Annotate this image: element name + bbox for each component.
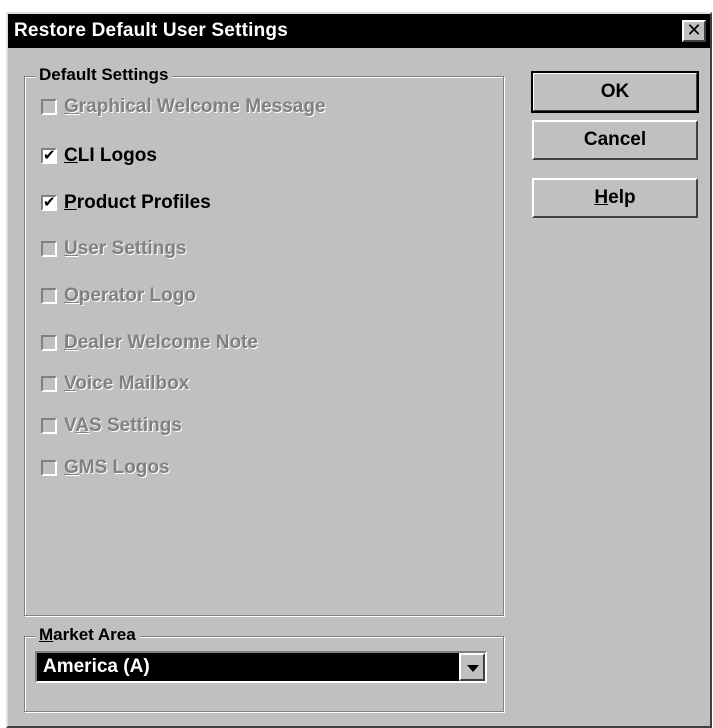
checkbox-label: Operator Logo [64,285,196,306]
checkbox-box[interactable] [41,418,57,434]
checkbox-box[interactable]: ✔ [41,195,57,211]
restore-default-settings-dialog: Restore Default User Settings ✕ Default … [6,12,712,728]
market-area-group: Market Area America (A) [24,625,504,712]
check-icon: ✔ [43,194,56,211]
checkbox-voice-mailbox[interactable]: Voice Mailbox [41,371,189,397]
checkbox-label: Product Profiles [64,192,211,213]
checkbox-product-profiles[interactable]: ✔ Product Profiles [41,190,211,216]
checkbox-gms-logos[interactable]: GMS Logos [41,455,170,481]
checkbox-operator-logo[interactable]: Operator Logo [41,283,196,309]
default-settings-label: Default Settings [35,65,173,85]
ok-button[interactable]: OK [531,71,699,113]
checkbox-label: Voice Mailbox [64,373,190,394]
checkbox-box[interactable] [41,335,57,351]
title-bar[interactable]: Restore Default User Settings ✕ [8,14,710,48]
checkbox-label: GMS Logos [64,457,170,478]
checkbox-label: Graphical Welcome Message [64,96,326,117]
checkbox-box[interactable] [41,241,57,257]
help-button[interactable]: Help [532,178,698,218]
dialog-title: Restore Default User Settings [14,20,288,41]
help-button-label: Help [594,187,636,208]
chevron-down-icon [467,665,479,672]
close-button[interactable]: ✕ [682,20,706,42]
close-icon: ✕ [686,20,702,40]
checkbox-box[interactable] [41,376,57,392]
checkbox-label: CLI Logos [64,145,157,166]
market-area-label: Market Area [35,625,140,645]
checkbox-vas-settings[interactable]: VAS Settings [41,413,182,439]
market-area-select[interactable]: America (A) [35,651,487,683]
cancel-button[interactable]: Cancel [532,120,698,160]
cancel-button-label: Cancel [583,129,647,150]
checkbox-box[interactable] [41,99,57,115]
checkbox-box[interactable] [41,288,57,304]
checkbox-label: VAS Settings [64,415,182,436]
checkbox-label: Dealer Welcome Note [64,332,258,353]
checkbox-box[interactable]: ✔ [41,148,57,164]
checkbox-cli-logos[interactable]: ✔ CLI Logos [41,143,157,169]
checkbox-label: User Settings [64,238,187,259]
dropdown-button[interactable] [459,653,485,681]
checkbox-user-settings[interactable]: User Settings [41,236,187,262]
ok-button-label: OK [600,81,630,102]
checkbox-box[interactable] [41,460,57,476]
checkbox-graphical-welcome-message[interactable]: Graphical Welcome Message [41,94,326,120]
check-icon: ✔ [43,147,56,164]
default-settings-group: Default Settings Graphical Welcome Messa… [24,65,504,616]
checkbox-dealer-welcome-note[interactable]: Dealer Welcome Note [41,330,258,356]
market-area-value: America (A) [43,656,150,677]
